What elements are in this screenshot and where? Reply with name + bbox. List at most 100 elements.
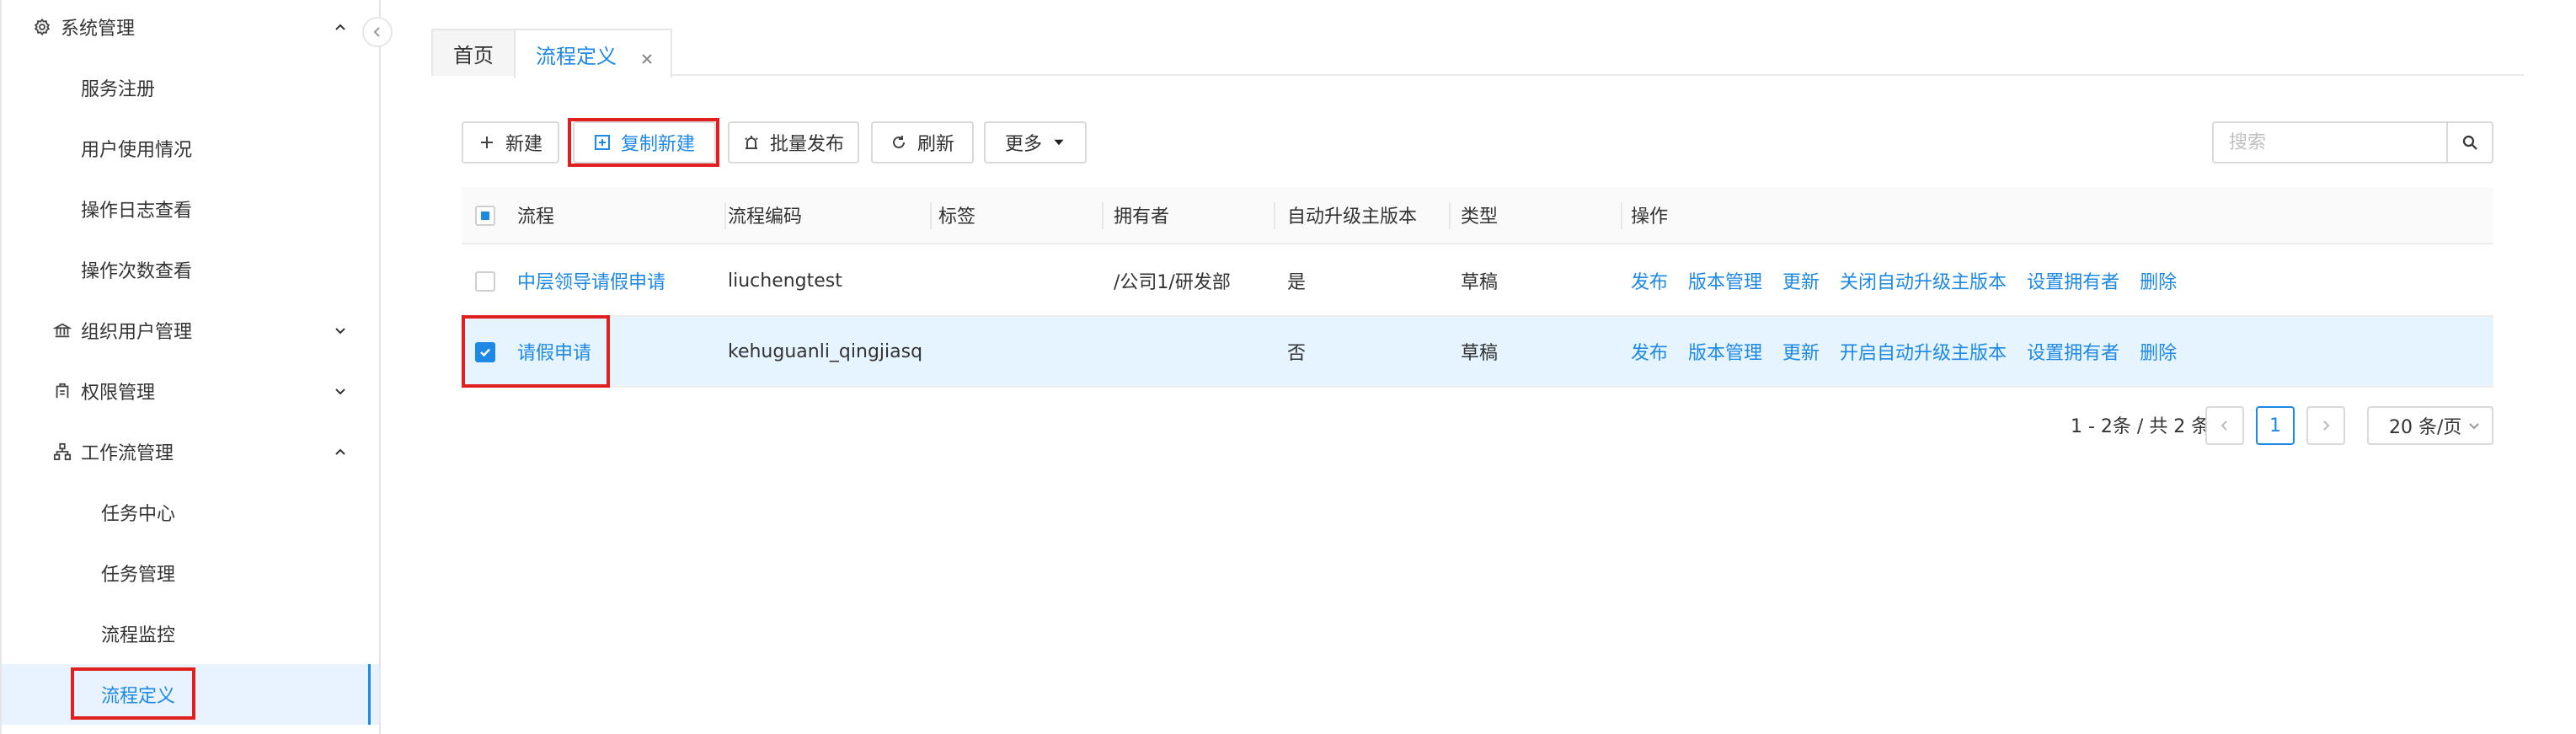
column-divider: [930, 202, 932, 229]
process-type: 草稿: [1461, 343, 1499, 364]
sidebar-item-label: 流程监控: [101, 625, 176, 646]
publish-action[interactable]: 发布: [1631, 338, 1668, 365]
highlight-box: [462, 315, 610, 388]
more-label: 更多: [1004, 134, 1042, 155]
caret-down-icon: [1054, 139, 1064, 146]
sidebar-group-workflow[interactable]: 工作流管理: [2, 421, 379, 482]
set-owner-action[interactable]: 设置拥有者: [2027, 338, 2119, 365]
toggle-auto-upgrade-action[interactable]: 关闭自动升级主版本: [1840, 267, 2007, 294]
toggle-auto-upgrade-action[interactable]: 开启自动升级主版本: [1840, 338, 2007, 365]
gear-icon: [30, 15, 54, 39]
chevron-left-icon: [373, 27, 380, 37]
select-all-checkbox[interactable]: [475, 206, 495, 226]
alarm-icon: [745, 136, 758, 149]
batch-publish-label: 批量发布: [769, 134, 844, 155]
table-row: 中层领导请假申请 liuchengtest /公司1/研发部 是 草稿 发布 版…: [462, 246, 2493, 317]
tab-home[interactable]: 首页: [431, 29, 516, 76]
delete-action[interactable]: 删除: [2140, 267, 2177, 294]
sidebar-collapse-button[interactable]: [362, 17, 393, 47]
column-header-code: 流程编码: [728, 206, 803, 228]
sidebar-group-label: 组织用户管理: [81, 322, 193, 343]
set-owner-action[interactable]: 设置拥有者: [2027, 267, 2119, 294]
sidebar-item-process-monitor[interactable]: 流程监控: [2, 603, 379, 664]
column-divider: [1449, 202, 1451, 229]
update-action[interactable]: 更新: [1782, 338, 1820, 365]
sidebar: 系统管理 服务注册 用户使用情况 操作日志查看 操作次数查看 组织用户管理 权限…: [0, 0, 381, 734]
app-root: 系统管理 服务注册 用户使用情况 操作日志查看 操作次数查看 组织用户管理 权限…: [0, 0, 2576, 734]
refresh-label: 刷新: [917, 134, 954, 155]
chevron-down-icon: [332, 322, 349, 339]
pagination-total: 1 - 2条 / 共 2 条: [2071, 416, 2210, 437]
chevron-left-icon: [2221, 421, 2227, 431]
prev-page-button[interactable]: [2205, 406, 2244, 445]
row-actions: 发布 版本管理 更新 关闭自动升级主版本 设置拥有者 删除: [1631, 246, 2197, 315]
more-dropdown[interactable]: 更多: [984, 121, 1087, 163]
search-button[interactable]: [2446, 123, 2492, 162]
sidebar-group-permissions[interactable]: 权限管理: [2, 361, 379, 421]
chevron-down-icon: [332, 383, 349, 399]
column-header-auto-upgrade: 自动升级主版本: [1287, 206, 1418, 228]
process-name-link[interactable]: 中层领导请假申请: [517, 246, 665, 315]
page-number-button[interactable]: 1: [2256, 406, 2295, 445]
sidebar-item-task-management[interactable]: 任务管理: [2, 543, 379, 603]
sidebar-item-task-center[interactable]: 任务中心: [2, 482, 379, 543]
process-type: 草稿: [1461, 272, 1499, 293]
sidebar-group-org-users[interactable]: 组织用户管理: [2, 300, 379, 361]
column-header-actions: 操作: [1631, 206, 1669, 228]
permission-icon: [51, 379, 74, 403]
sidebar-item-operation-count[interactable]: 操作次数查看: [2, 239, 379, 300]
sidebar-item-label: 任务管理: [101, 565, 176, 586]
new-button-label: 新建: [505, 134, 542, 155]
update-action[interactable]: 更新: [1782, 267, 1820, 294]
sidebar-item-user-usage[interactable]: 用户使用情况: [2, 118, 379, 179]
search-input[interactable]: [2214, 123, 2448, 162]
sidebar-group-label: 工作流管理: [81, 443, 174, 464]
sidebar-item-operation-log[interactable]: 操作日志查看: [2, 179, 379, 239]
search-icon: [2462, 135, 2477, 150]
close-icon[interactable]: [640, 47, 654, 64]
sidebar-group-system[interactable]: 系统管理: [2, 0, 379, 57]
delete-action[interactable]: 删除: [2140, 338, 2177, 365]
column-header-type: 类型: [1461, 206, 1499, 228]
process-code: kehuguanli_qingjiasq: [728, 340, 923, 362]
process-owner: /公司1/研发部: [1114, 272, 1231, 293]
publish-action[interactable]: 发布: [1631, 267, 1668, 294]
next-page-button[interactable]: [2306, 406, 2345, 445]
chevron-right-icon: [2323, 421, 2330, 431]
sidebar-item-label: 任务中心: [101, 504, 176, 525]
highlight-box: [568, 118, 719, 167]
row-actions: 发布 版本管理 更新 开启自动升级主版本 设置拥有者 删除: [1631, 317, 2197, 386]
column-divider: [1102, 202, 1104, 229]
active-indicator: [368, 664, 371, 725]
plus-icon: [480, 137, 493, 148]
bank-icon: [51, 319, 74, 342]
sidebar-group-label: 系统管理: [61, 19, 136, 40]
tab-bar: 首页 流程定义: [431, 29, 2524, 78]
refresh-button[interactable]: 刷新: [871, 121, 974, 163]
column-divider: [724, 202, 726, 229]
tab-label: 流程定义: [536, 44, 617, 68]
new-button[interactable]: 新建: [462, 121, 559, 163]
sidebar-item-label: 操作日志查看: [81, 201, 193, 222]
chevron-down-icon: [2469, 423, 2479, 430]
process-auto-upgrade: 否: [1287, 343, 1307, 364]
highlight-box: [71, 667, 195, 720]
row-checkbox[interactable]: [475, 271, 495, 292]
table-row: 请假申请 kehuguanli_qingjiasq 否 草稿 发布 版本管理 更…: [462, 317, 2493, 388]
column-header-owner: 拥有者: [1114, 206, 1170, 228]
sidebar-item-service-register[interactable]: 服务注册: [2, 57, 379, 118]
batch-publish-button[interactable]: 批量发布: [728, 121, 859, 163]
version-manage-action[interactable]: 版本管理: [1688, 338, 1762, 365]
column-divider: [1274, 202, 1275, 229]
column-divider: [1621, 202, 1622, 229]
column-header-tag: 标签: [938, 206, 976, 228]
process-auto-upgrade: 是: [1287, 272, 1307, 293]
page-size-select[interactable]: 20 条/页: [2367, 406, 2493, 445]
page-size-label: 20 条/页: [2389, 417, 2462, 438]
refresh-icon: [893, 136, 905, 148]
table-header: 流程 流程编码 标签 拥有者 自动升级主版本 类型 操作: [462, 187, 2493, 244]
version-manage-action[interactable]: 版本管理: [1688, 267, 1762, 294]
tab-process-definition[interactable]: 流程定义: [514, 29, 672, 78]
workflow-icon: [51, 440, 74, 463]
tab-label: 首页: [453, 43, 494, 67]
